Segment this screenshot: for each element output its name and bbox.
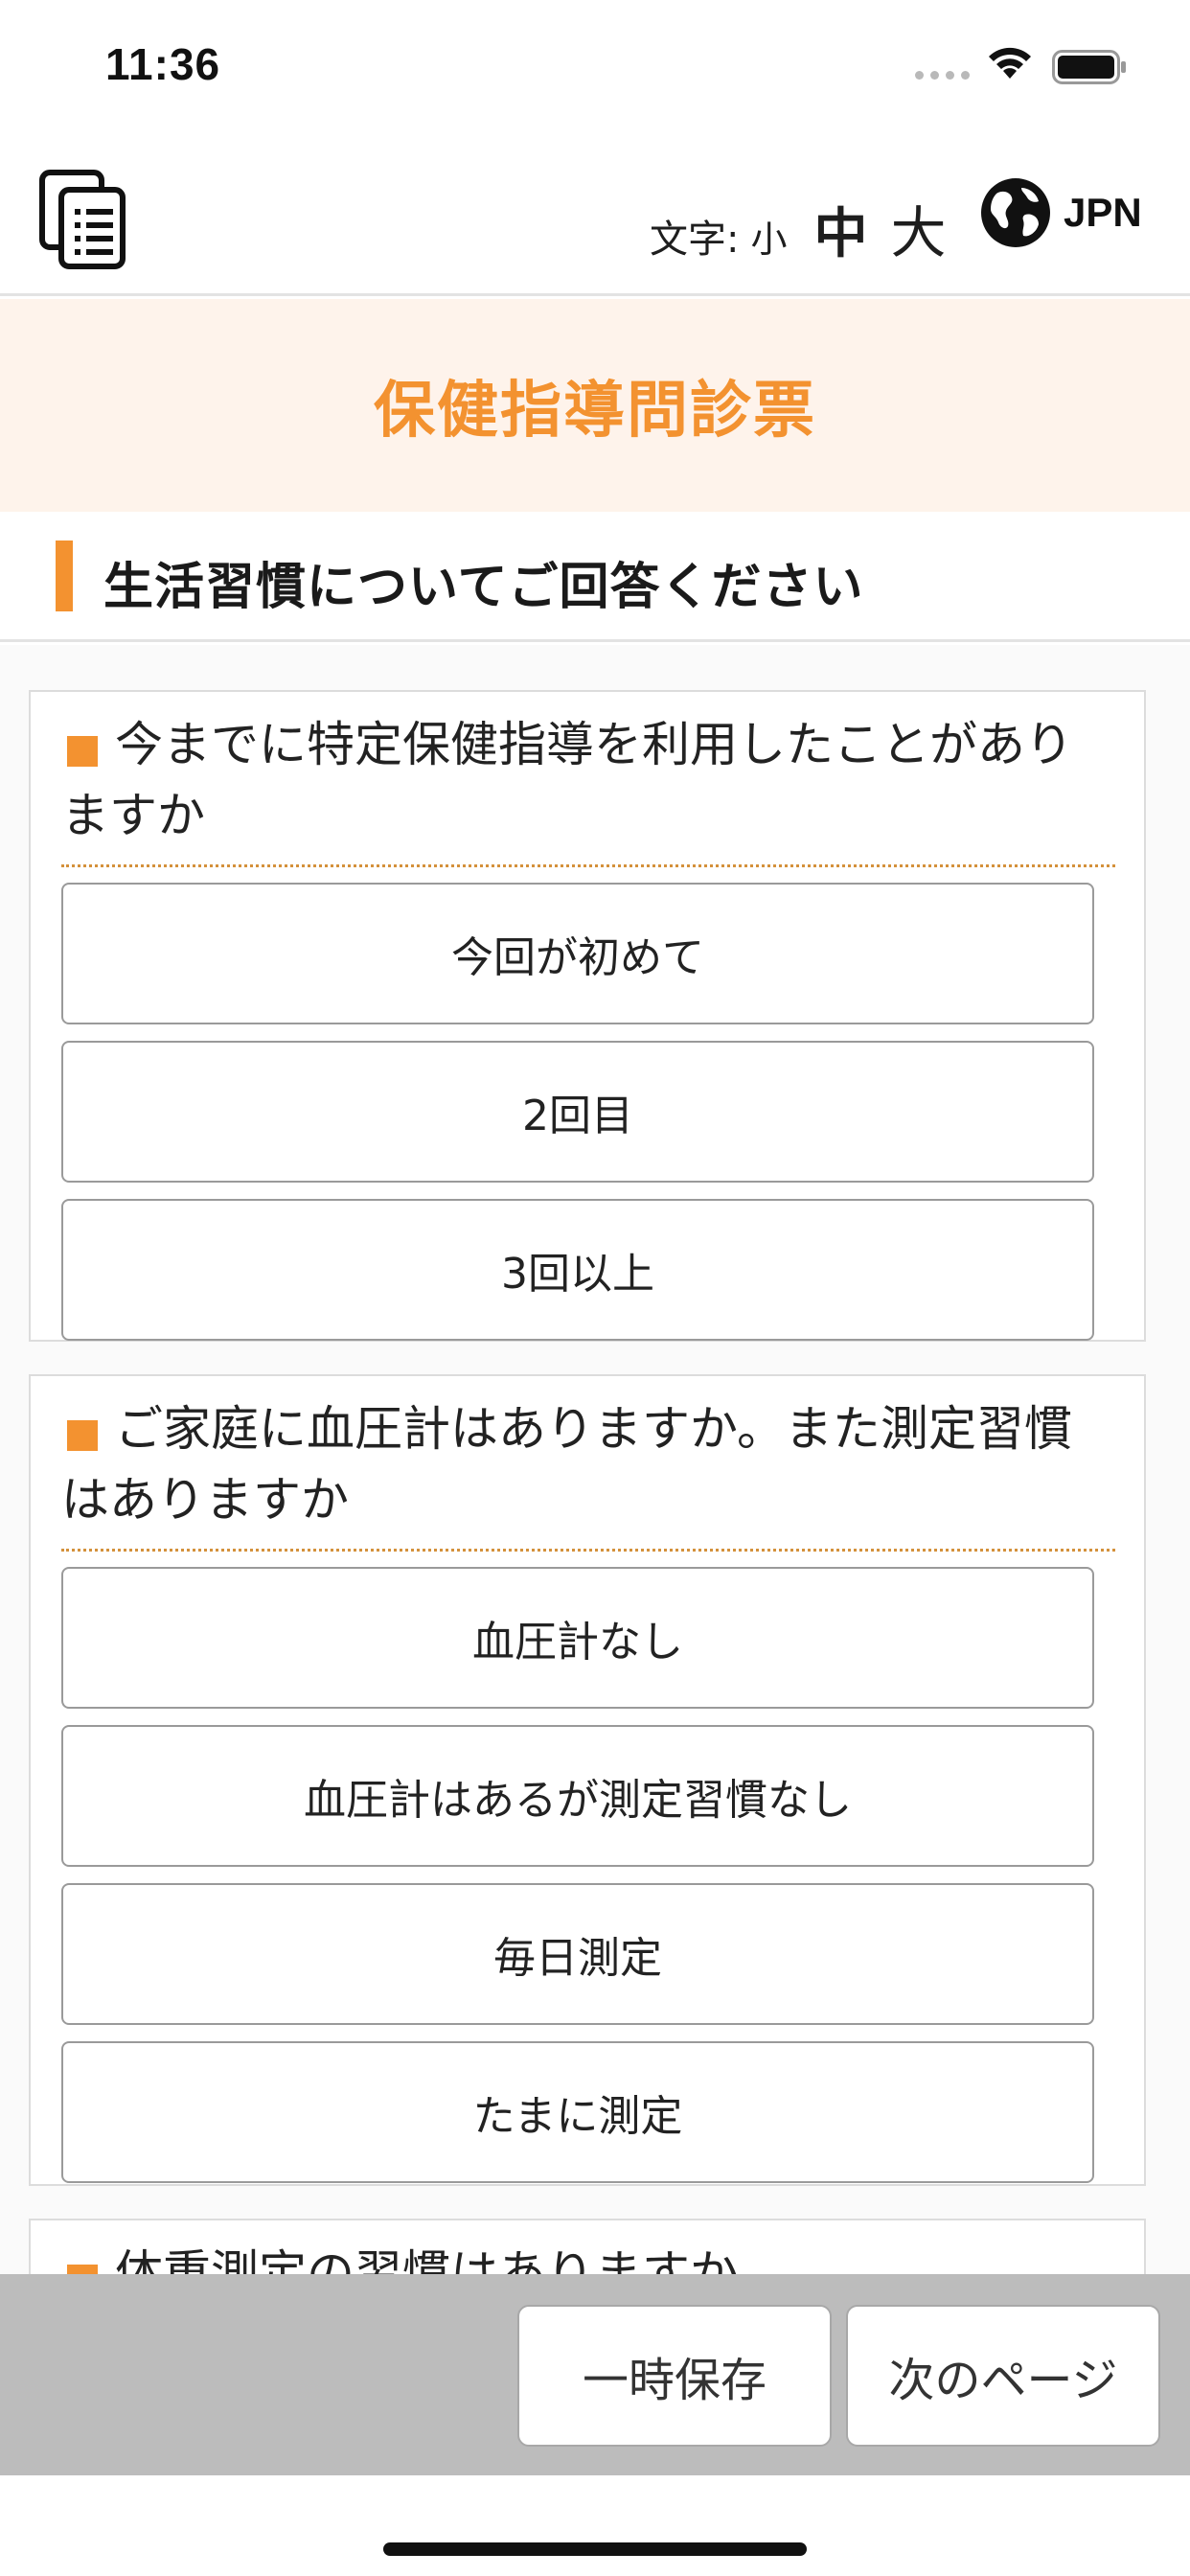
question-header: ご家庭に血圧計はありますか。また測定習慣はありますか <box>61 1393 1115 1552</box>
font-size-control: 文字: 小 中 大 <box>650 188 952 268</box>
question-text: 今までに特定保健指導を利用したことがありますか <box>61 717 1073 843</box>
question-text: 体重測定の習慣はありますか <box>115 2245 738 2274</box>
section-heading-text: 生活習慣についてご回答ください <box>103 559 864 616</box>
section-accent-bar <box>56 540 73 611</box>
status-time: 11:36 <box>105 39 221 89</box>
font-size-medium-button[interactable]: 中 <box>805 191 878 268</box>
question-marker-icon <box>67 736 98 767</box>
question-marker-icon <box>67 2265 98 2274</box>
home-indicator-area <box>0 2475 1190 2576</box>
language-label: JPN <box>1064 190 1142 235</box>
app-header: 文字: 小 中 大 JPN <box>0 128 1190 296</box>
question-card: 今までに特定保健指導を利用したことがありますか 今回が初めて 2回目 3回以上 <box>29 690 1146 1342</box>
answer-option-button[interactable]: 今回が初めて <box>61 883 1094 1024</box>
wifi-icon <box>989 47 1031 79</box>
font-size-small-button[interactable]: 小 <box>746 210 796 263</box>
answer-option-button[interactable]: たまに測定 <box>61 2041 1094 2183</box>
question-card: ご家庭に血圧計はありますか。また測定習慣はありますか 血圧計なし 血圧計はあるが… <box>29 1374 1146 2186</box>
question-text: ご家庭に血圧計はありますか。また測定習慣はありますか <box>61 1401 1072 1528</box>
next-page-button[interactable]: 次のページ <box>846 2305 1160 2447</box>
cellular-signal-icon <box>915 71 970 80</box>
question-header: 体重測定の習慣はありますか <box>61 2238 1115 2274</box>
home-indicator[interactable] <box>383 2542 807 2556</box>
battery-icon <box>1052 50 1126 84</box>
answer-option-button[interactable]: 血圧計なし <box>61 1567 1094 1709</box>
section-heading: 生活習慣についてご回答ください <box>0 512 1190 642</box>
bottom-action-bar: 一時保存 次のページ <box>0 2274 1190 2475</box>
answer-option-button[interactable]: 毎日測定 <box>61 1883 1094 2025</box>
document-list-icon[interactable] <box>36 167 130 272</box>
question-card: 体重測定の習慣はありますか <box>29 2219 1146 2274</box>
answer-options: 血圧計なし 血圧計はあるが測定習慣なし 毎日測定 たまに測定 <box>31 1552 1144 2202</box>
answer-option-button[interactable]: 2回目 <box>61 1041 1094 1183</box>
font-size-large-button[interactable]: 大 <box>885 188 952 268</box>
status-bar: 11:36 <box>0 0 1190 128</box>
answer-options: 今回が初めて 2回目 3回以上 <box>31 867 1144 1360</box>
globe-icon <box>981 178 1050 247</box>
answer-option-button[interactable]: 血圧計はあるが測定習慣なし <box>61 1725 1094 1867</box>
page-title: 保健指導問診票 <box>374 376 816 447</box>
question-header: 今までに特定保健指導を利用したことがありますか <box>61 709 1115 867</box>
temporary-save-button[interactable]: 一時保存 <box>517 2305 832 2447</box>
font-size-label: 文字: <box>650 218 740 262</box>
title-banner: 保健指導問診票 <box>0 299 1190 512</box>
questionnaire-content[interactable]: 今までに特定保健指導を利用したことがありますか 今回が初めて 2回目 3回以上 … <box>0 645 1190 2274</box>
question-marker-icon <box>67 1420 98 1451</box>
answer-option-button[interactable]: 3回以上 <box>61 1199 1094 1341</box>
language-selector[interactable]: JPN <box>979 176 1142 249</box>
